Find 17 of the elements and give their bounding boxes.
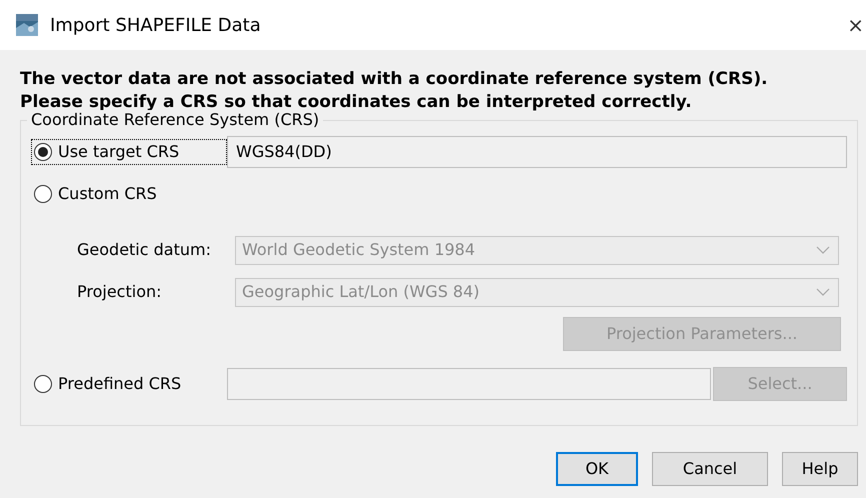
app-icon bbox=[16, 14, 38, 36]
chevron-icon bbox=[816, 288, 830, 296]
dialog-button[interactable]: Help bbox=[782, 452, 858, 486]
window-title: Import SHAPEFILE Data bbox=[50, 14, 262, 38]
dialog-button[interactable]: Cancel bbox=[652, 452, 768, 486]
radio-button[interactable]: Use target CRS bbox=[31, 139, 227, 165]
close-button[interactable]: × bbox=[847, 10, 864, 40]
text-field[interactable]: WGS84(DD) bbox=[227, 136, 847, 168]
radio-button[interactable]: Predefined CRS bbox=[31, 371, 227, 397]
field-label: Projection: bbox=[77, 281, 163, 303]
radio-button[interactable]: Custom CRS bbox=[31, 181, 227, 207]
field-label: Geodetic datum: bbox=[77, 239, 212, 261]
message-text: The vector data are not associated with a coordinate reference system (CRS). Please specify a CRS so that coordinates can be interpreted correctly. bbox=[19, 68, 769, 112]
dialog-button[interactable]: OK bbox=[556, 452, 638, 486]
group-legend: Coordinate Reference System (CRS) bbox=[27, 110, 324, 130]
chevron-icon bbox=[816, 246, 830, 254]
text-field[interactable] bbox=[227, 368, 711, 400]
